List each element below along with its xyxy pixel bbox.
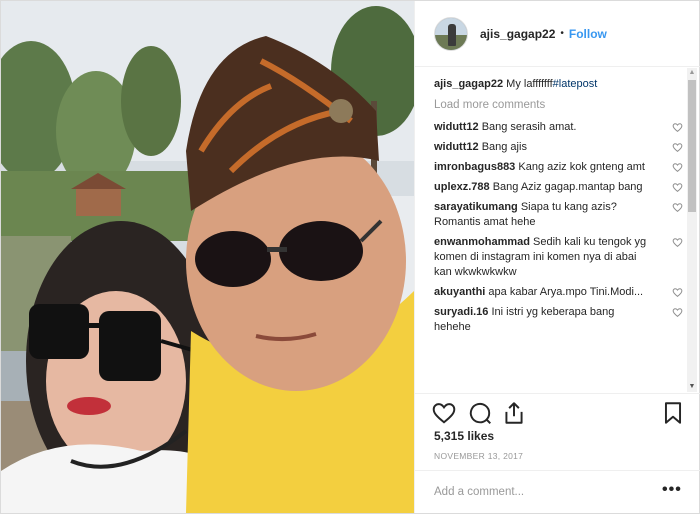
comment-item: akuyanthi apa kabar Arya.mpo Tini.Modi..… [434, 285, 683, 300]
comment-text: Bang serasih amat. [481, 121, 577, 133]
caption-username[interactable]: ajis_gagap22 [434, 78, 503, 90]
comment-item: imronbagus883 Kang aziz kok gnteng amt [434, 160, 683, 175]
caption-hashtag[interactable]: #latepost [553, 78, 598, 90]
comment-item: uplexz.788 Bang Aziz gagap.mantap bang [434, 180, 683, 195]
comment-item: enwanmohammad Sedih kali ku tengok yg ko… [434, 235, 683, 280]
comment-heart-icon[interactable] [672, 287, 683, 298]
post-header: ajis_gagap22 • Follow [415, 1, 700, 67]
avatar[interactable] [434, 16, 468, 51]
comment-item: widutt12 Bang ajis [434, 140, 683, 155]
header-separator: • [560, 28, 564, 39]
heart-icon[interactable] [431, 400, 457, 426]
comment-heart-icon[interactable] [672, 182, 683, 193]
comment-username[interactable]: enwanmohammad [434, 236, 530, 248]
load-more-comments-button[interactable]: Load more comments [434, 99, 700, 111]
post-date[interactable]: NOVEMBER 13, 2017 [434, 451, 523, 461]
comment-heart-icon[interactable] [672, 202, 683, 213]
add-comment-bar: ••• [415, 470, 700, 513]
comment-heart-icon[interactable] [672, 307, 683, 318]
comment-username[interactable]: widutt12 [434, 141, 479, 153]
comment-heart-icon[interactable] [672, 162, 683, 173]
comment-username[interactable]: imronbagus883 [434, 161, 515, 173]
comment-text: Bang Aziz gagap.mantap bang [492, 181, 643, 193]
comment-username[interactable]: akuyanthi [434, 286, 485, 298]
caption-text: My lafffffff [506, 78, 553, 90]
comments-list: ajis_gagap22 My lafffffff#latepost Load … [415, 68, 700, 392]
comment-username[interactable]: uplexz.788 [434, 181, 490, 193]
bookmark-icon[interactable] [660, 400, 686, 426]
comment-text: Bang ajis [481, 141, 527, 153]
comment-item: sarayatikumang Siapa tu kang azis? Roman… [434, 200, 683, 230]
scroll-down-arrow-icon[interactable]: ▼ [687, 382, 697, 392]
comment-icon[interactable] [467, 400, 493, 426]
follow-button[interactable]: Follow [569, 27, 607, 41]
comment-username[interactable]: widutt12 [434, 121, 479, 133]
likes-count[interactable]: 5,315 likes [434, 429, 494, 443]
post-side-panel: ajis_gagap22 • Follow ajis_gagap22 My la… [414, 1, 700, 513]
scrollbar-thumb[interactable] [688, 80, 696, 212]
selfie-photo-image [1, 1, 414, 513]
comment-item: suryadi.16 Ini istri yg keberapa bang he… [434, 305, 683, 335]
header-username[interactable]: ajis_gagap22 [480, 27, 555, 41]
post-photo[interactable] [1, 1, 414, 513]
comment-heart-icon[interactable] [672, 122, 683, 133]
scroll-up-arrow-icon[interactable]: ▲ [687, 68, 697, 78]
instagram-post: ajis_gagap22 • Follow ajis_gagap22 My la… [0, 0, 700, 514]
post-actions [415, 393, 700, 429]
comment-text: apa kabar Arya.mpo Tini.Modi... [488, 286, 644, 298]
comments-scrollbar[interactable]: ▲ ▼ [687, 68, 697, 392]
comment-text: Kang aziz kok gnteng amt [518, 161, 645, 173]
comment-username[interactable]: suryadi.16 [434, 306, 488, 318]
comment-item: widutt12 Bang serasih amat. [434, 120, 683, 135]
post-caption: ajis_gagap22 My lafffffff#latepost [434, 77, 674, 92]
add-comment-input[interactable] [434, 483, 654, 501]
comment-username[interactable]: sarayatikumang [434, 201, 518, 213]
comment-heart-icon[interactable] [672, 237, 683, 248]
comment-heart-icon[interactable] [672, 142, 683, 153]
share-icon[interactable] [501, 400, 527, 426]
more-options-icon[interactable]: ••• [662, 481, 682, 499]
